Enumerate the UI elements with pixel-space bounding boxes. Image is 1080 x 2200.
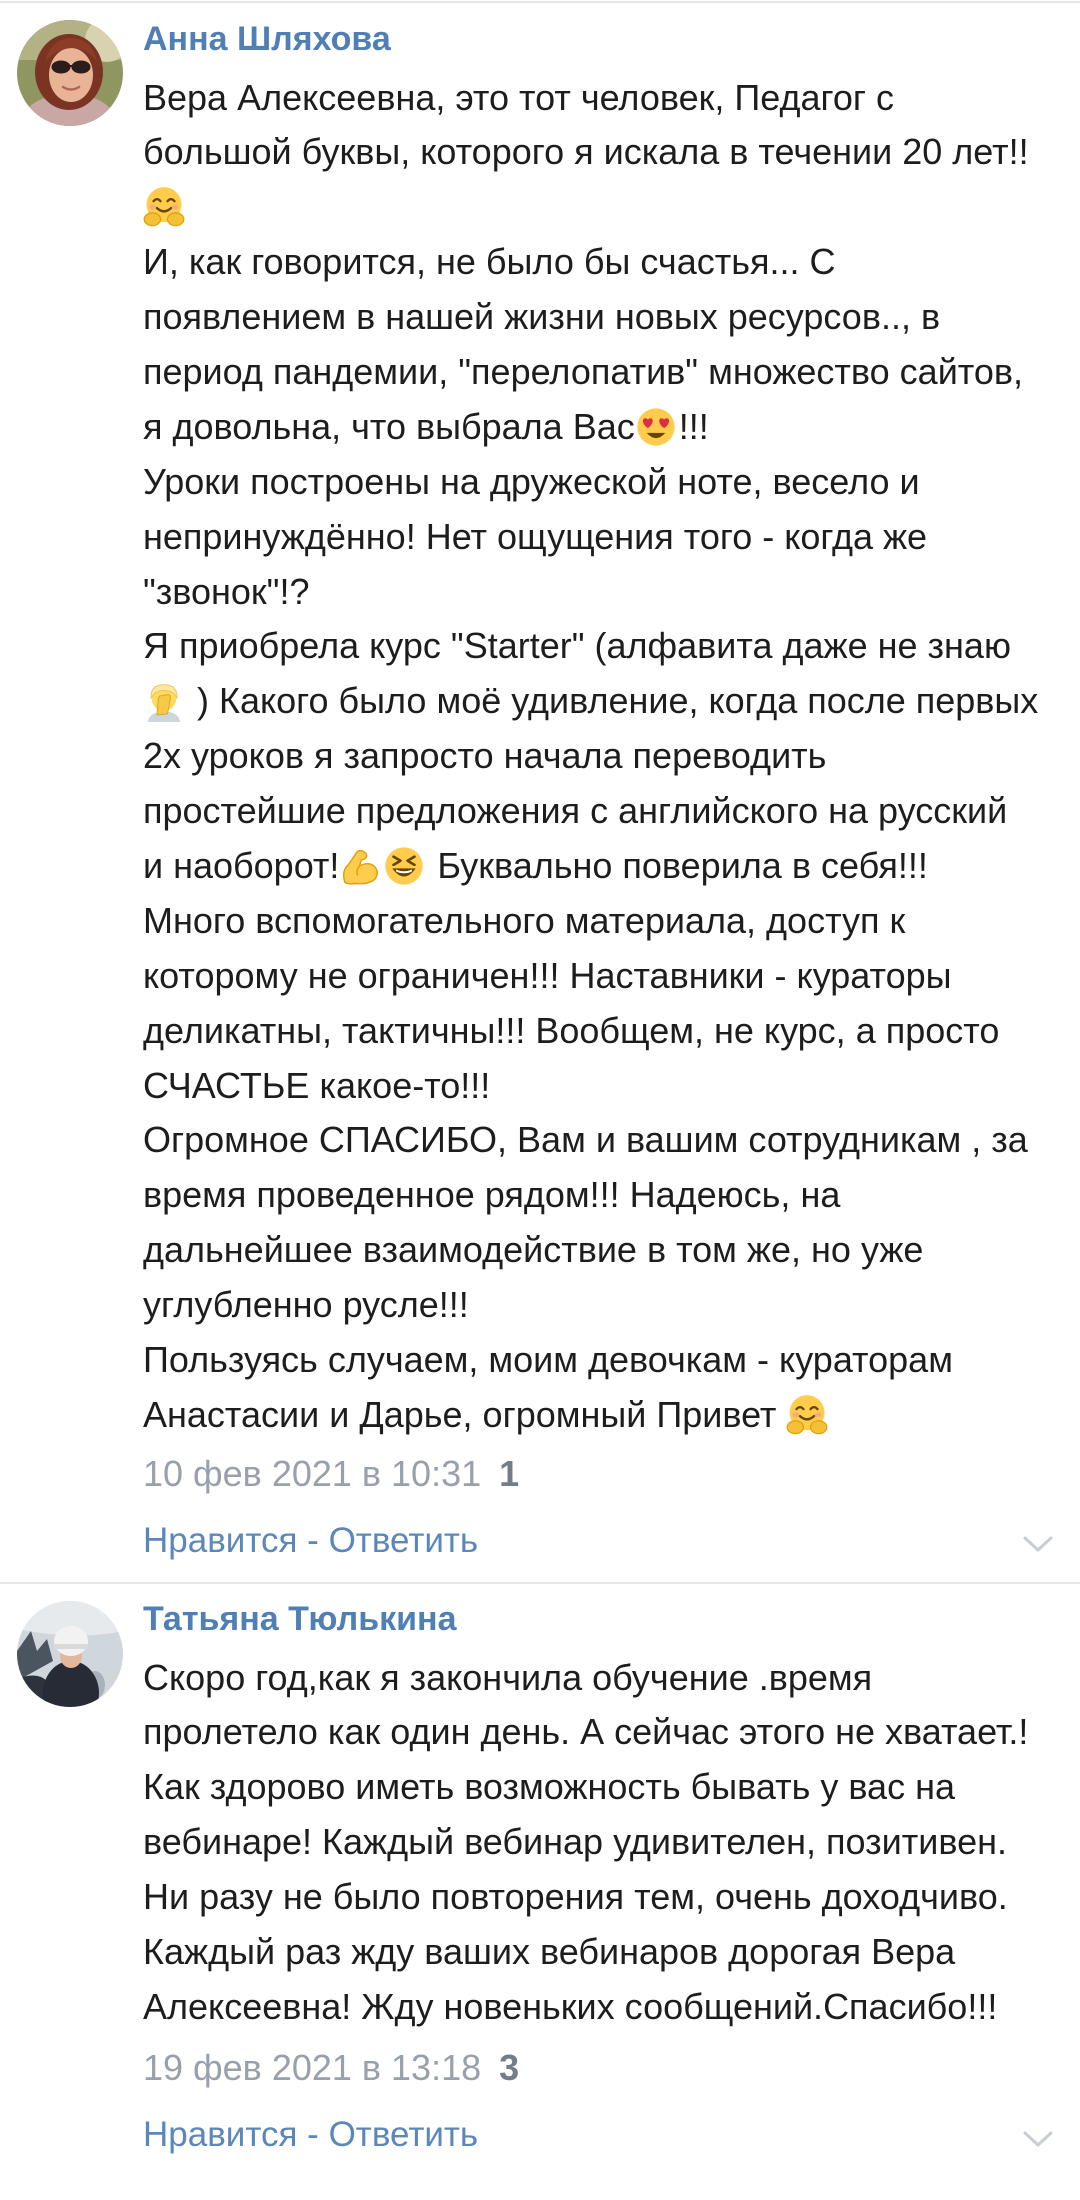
- comment-text-segment: Скоро год,как я закончила обучение .врем…: [143, 1656, 873, 1698]
- comment-text-line: углубленно русле!!!: [143, 1278, 1073, 1333]
- comment-text-line: [143, 180, 1073, 235]
- likes-count: 3: [499, 2047, 520, 2088]
- comment-text-line: Вера Алексеевна, это тот человек, Педаго…: [143, 71, 1073, 126]
- hugging-face-emoji-icon: [143, 186, 185, 228]
- comment-text-segment: Как здорово иметь возможность бывать у в…: [143, 1766, 955, 1808]
- comment-text-segment: СЧАСТЬЕ какое-то!!!: [143, 1064, 491, 1106]
- comment-text-segment: Уроки построены на дружеской ноте, весел…: [143, 460, 920, 502]
- comment-text-segment: 2х уроков я запросто начала переводить: [143, 735, 827, 777]
- avatar[interactable]: [17, 1601, 123, 1707]
- comment-text-segment: И, как говорится, не было бы счастья... …: [143, 241, 836, 283]
- comment-text-line: простейшие предложения с английского на …: [143, 784, 1073, 839]
- comment-actions: Нравится - Ответить: [143, 1514, 478, 1568]
- comment-text-line: время проведенное рядом!!! Надеюсь, на: [143, 1168, 1073, 1223]
- comment-text-line: дальнейшее взаимодействие в том же, но у…: [143, 1223, 1073, 1278]
- person-facepalming-emoji-icon: [143, 680, 185, 722]
- comment-text-line: Уроки построены на дружеской ноте, весел…: [143, 455, 1073, 510]
- like-button[interactable]: Нравится: [143, 2115, 297, 2154]
- comment-text-line: Анастасии и Дарье, огромный Привет: [143, 1388, 1073, 1443]
- comment-text-line: деликатны, тактичны!!! Вообщем, не курс,…: [143, 1004, 1073, 1059]
- comment-text-line: ) Какого было моё удивление, когда после…: [143, 674, 1073, 729]
- comment-text-segment: которому не ограничен!!! Наставники - ку…: [143, 954, 952, 996]
- comment-text-segment: дальнейшее взаимодействие в том же, но у…: [143, 1229, 924, 1271]
- comment-text-segment: большой буквы, которого я искала в течен…: [143, 131, 1029, 173]
- actions-separator: -: [297, 1521, 329, 1560]
- comment-text-segment: Огромное СПАСИБО, Вам и вашим сотрудника…: [143, 1119, 1028, 1161]
- comment-date[interactable]: 19 фев 2021 в 13:18: [143, 2047, 481, 2088]
- comment-text-segment: и наоборот!: [143, 844, 340, 886]
- comment-text-segment: Я приобрела курс "Starter" (алфавита даж…: [143, 625, 1011, 667]
- comment-meta: 10 фев 2021 в 10:31 1: [143, 1447, 519, 1501]
- flexed-biceps-emoji-icon: [339, 845, 381, 887]
- comment-text-segment: углубленно русле!!!: [143, 1284, 469, 1326]
- comment-text-segment: Буквально поверила в себя!!!: [427, 844, 928, 886]
- comment-text-segment: ) Какого было моё удивление, когда после…: [187, 680, 1039, 722]
- hugging-face-emoji-icon: [786, 1394, 828, 1436]
- comment-text-segment: Анастасии и Дарье, огромный Привет: [143, 1393, 787, 1435]
- comment-text-segment: Ни разу не было повторения тем, очень до…: [143, 1876, 1008, 1918]
- comment-date[interactable]: 10 фев 2021 в 10:31: [143, 1453, 481, 1494]
- comment-text-line: Пользуясь случаем, моим девочкам - курат…: [143, 1333, 1073, 1388]
- comment-text-segment: Вера Алексеевна, это тот человек, Педаго…: [143, 76, 894, 118]
- comment-text-line: период пандемии, "перелопатив" множество…: [143, 345, 1073, 400]
- comment-text-segment: период пандемии, "перелопатив" множество…: [143, 350, 1024, 392]
- comment-text-line: непринуждённо! Нет ощущения того - когда…: [143, 510, 1073, 565]
- comment-text-segment: Алексеевна! Жду новеньких сообщений.Спас…: [143, 1985, 998, 2027]
- reply-button[interactable]: Ответить: [329, 1521, 479, 1560]
- comment-text-segment: простейшие предложения с английского на …: [143, 790, 1008, 832]
- comment-divider: [0, 1582, 1080, 1584]
- comment-text-segment: деликатны, тактичны!!! Вообщем, не курс,…: [143, 1009, 1000, 1051]
- author-name[interactable]: Татьяна Тюлькина: [143, 1599, 457, 1639]
- comment-text-segment: появлением в нашей жизни новых ресурсов.…: [143, 296, 941, 338]
- comment-text-line: Скоро год,как я закончила обучение .врем…: [143, 1651, 1073, 1706]
- comment-text-line: появлением в нашей жизни новых ресурсов.…: [143, 290, 1073, 345]
- comment-text-segment: !!!: [678, 405, 709, 447]
- comment-text-line: Каждый раз жду ваших вебинаров дорогая В…: [143, 1925, 1073, 1980]
- comment-text-segment: непринуждённо! Нет ощущения того - когда…: [143, 515, 928, 557]
- comment-text-segment: Пользуясь случаем, моим девочкам - курат…: [143, 1338, 953, 1380]
- comment-text-line: Как здорово иметь возможность бывать у в…: [143, 1760, 1073, 1815]
- smiling-face-with-heart-eyes-emoji-icon: [635, 406, 677, 448]
- likes-count: 1: [499, 1453, 520, 1494]
- comment-text-segment: "звонок"!?: [143, 570, 310, 612]
- chevron-down-icon[interactable]: [1022, 1534, 1054, 1554]
- comment-text-segment: Много вспомогательного материала, доступ…: [143, 899, 906, 941]
- comment-text-line: Ни разу не было повторения тем, очень до…: [143, 1870, 1073, 1925]
- comment-text-line: Алексеевна! Жду новеньких сообщений.Спас…: [143, 1980, 1073, 2035]
- comment-text-line: Я приобрела курс "Starter" (алфавита даж…: [143, 619, 1073, 674]
- comment-text-segment: я довольна, что выбрала Вас: [143, 405, 635, 447]
- comment-meta: 19 фев 2021 в 13:18 3: [143, 2041, 519, 2095]
- chevron-down-icon[interactable]: [1022, 2129, 1054, 2149]
- comment-text: Скоро год,как я закончила обучение .врем…: [143, 1651, 1073, 2035]
- comment-text-line: 2х уроков я запросто начала переводить: [143, 729, 1073, 784]
- comment-text-line: большой буквы, которого я искала в течен…: [143, 125, 1073, 180]
- reply-button[interactable]: Ответить: [329, 2115, 479, 2154]
- like-button[interactable]: Нравится: [143, 1521, 297, 1560]
- comment-text-segment: пролетело как один день. А сейчас этого …: [143, 1711, 1029, 1753]
- author-name[interactable]: Анна Шляхова: [143, 19, 391, 59]
- actions-separator: -: [297, 2115, 329, 2154]
- avatar[interactable]: [17, 20, 123, 126]
- comment-text-line: "звонок"!?: [143, 565, 1073, 620]
- comment-text-segment: Каждый раз жду ваших вебинаров дорогая В…: [143, 1930, 956, 1972]
- top-divider: [0, 1, 1080, 3]
- comment-text-line: которому не ограничен!!! Наставники - ку…: [143, 949, 1073, 1004]
- comment-text: Вера Алексеевна, это тот человек, Педаго…: [143, 71, 1073, 1443]
- comment-actions: Нравится - Ответить: [143, 2108, 478, 2162]
- comment-text-line: пролетело как один день. А сейчас этого …: [143, 1705, 1073, 1760]
- comment-text-line: Огромное СПАСИБО, Вам и вашим сотрудника…: [143, 1113, 1073, 1168]
- comment-text-segment: время проведенное рядом!!! Надеюсь, на: [143, 1174, 841, 1216]
- comment-text-line: И, как говорится, не было бы счастья... …: [143, 235, 1073, 290]
- comment-text-line: Много вспомогательного материала, доступ…: [143, 894, 1073, 949]
- comment-text-line: СЧАСТЬЕ какое-то!!!: [143, 1059, 1073, 1114]
- comment-text-segment: вебинаре! Каждый вебинар удивителен, поз…: [143, 1821, 1007, 1863]
- comment-text-line: и наоборот! Буквально поверила в себя!!!: [143, 839, 1073, 894]
- grinning-squinting-face-emoji-icon: [383, 845, 425, 887]
- comment-text-line: я довольна, что выбрала Вас!!!: [143, 400, 1073, 455]
- comment-text-line: вебинаре! Каждый вебинар удивителен, поз…: [143, 1815, 1073, 1870]
